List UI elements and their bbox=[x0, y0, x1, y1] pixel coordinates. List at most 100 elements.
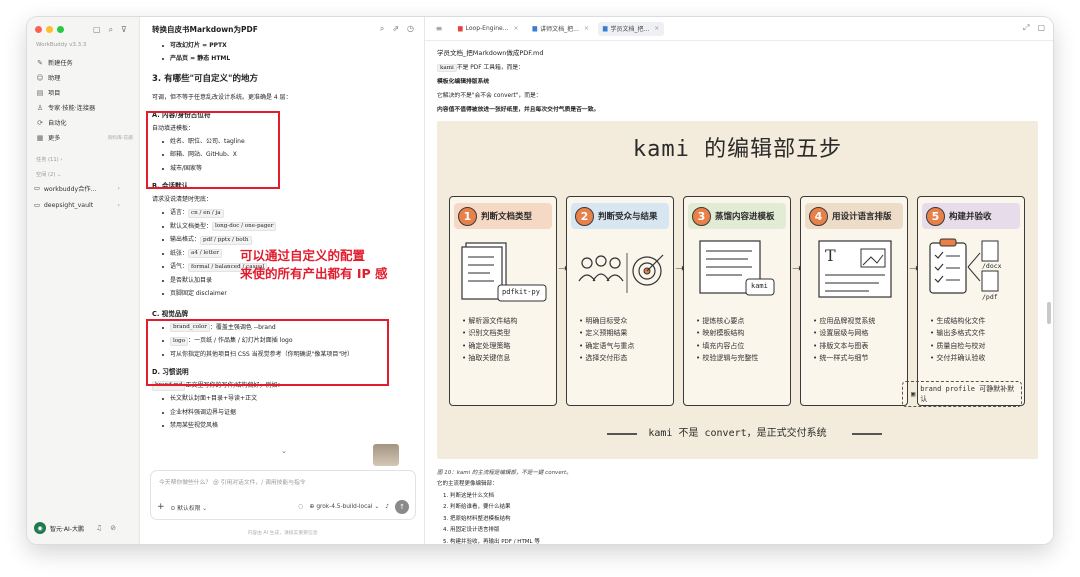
menu-icon[interactable]: ≡ bbox=[425, 24, 453, 33]
list-item: 5. 构建并验收，再输出 PDF / HTML 等 bbox=[443, 538, 540, 544]
send-button[interactable]: ↑ bbox=[395, 500, 409, 514]
close-icon[interactable]: × bbox=[584, 25, 589, 32]
annotation-line: 可以通过自定义的配置 bbox=[240, 248, 366, 263]
share-icon[interactable]: ⇗ bbox=[392, 24, 399, 34]
chevron-down-icon: ⌄ bbox=[57, 172, 62, 178]
model-selector[interactable]: ⊕ grok-4.5-build-local ⌄ bbox=[309, 504, 379, 510]
mic-icon[interactable]: ♪ bbox=[385, 504, 389, 510]
chat-input-box[interactable]: 今天帮你做些什么？ @ 引用对话文件，/ 调用技能与指令 + ⊙ 默认权限 ⌄ … bbox=[150, 470, 416, 520]
maximize-window-button[interactable] bbox=[57, 26, 64, 33]
sidebar-item-automation[interactable]: ⟳ 自动化 bbox=[33, 115, 135, 130]
list-item-text: 语气： bbox=[170, 263, 189, 271]
chevron-right-icon: › bbox=[117, 185, 120, 192]
close-icon[interactable]: × bbox=[654, 25, 659, 32]
add-icon[interactable]: + bbox=[157, 502, 165, 512]
filter-icon[interactable]: ⊽ bbox=[121, 25, 127, 35]
tab-label: 学员文档_把... bbox=[610, 26, 650, 33]
step-list-item: 选择交付形态 bbox=[579, 352, 634, 364]
step-list-item: 确定语气与重点 bbox=[579, 340, 634, 352]
step-title: 判断文档类型 bbox=[481, 212, 533, 222]
file-icon: ▆ bbox=[532, 25, 538, 32]
toggle-sidebar-icon[interactable]: ▢ bbox=[93, 25, 101, 35]
doc-text: 不是 PDF 工具箱，而是： bbox=[456, 64, 524, 71]
step-list-item: 统一样式与细节 bbox=[813, 352, 875, 364]
doc-paragraph: 它解决的不是"会不会 convert"，而是： bbox=[437, 92, 542, 99]
step-list-item: 解析源文件结构 bbox=[462, 315, 517, 327]
avatar[interactable]: ◉ bbox=[34, 522, 46, 534]
chat-input-placeholder[interactable]: 今天帮你做些什么？ @ 引用对话文件，/ 调用技能与指令 bbox=[159, 477, 306, 486]
sidebar-item-experts[interactable]: ♙ 专家·技能·连接器 bbox=[33, 100, 135, 115]
folder-icon: ▭ bbox=[34, 185, 40, 192]
scrollbar[interactable] bbox=[1047, 302, 1051, 324]
bell-icon[interactable]: ♫ bbox=[96, 524, 102, 532]
tab-loop-engine[interactable]: ▆ Loop-Engine... × bbox=[453, 22, 524, 36]
tab-student-doc[interactable]: ▆ 学员文档_把... × bbox=[597, 21, 665, 36]
sidebar-item-assistant[interactable]: ☺ 助理 bbox=[33, 70, 135, 85]
history-icon[interactable]: ◷ bbox=[407, 24, 414, 34]
step-title: 蒸馏内容进模板 bbox=[715, 212, 775, 222]
highlight-box-a bbox=[146, 111, 280, 189]
step-header: 3 蒸馏内容进模板 bbox=[688, 203, 786, 229]
close-icon[interactable]: × bbox=[513, 25, 518, 32]
list-item-text: 禁用某些视觉风格 bbox=[170, 422, 219, 430]
step-header: 4 用设计语言排版 bbox=[805, 203, 903, 229]
sidebar-item-projects[interactable]: ▤ 项目 bbox=[33, 85, 135, 100]
step-number: 2 bbox=[575, 206, 594, 226]
paragraph: 可调，但不等于任意乱改设计系统。更准确是 4 层： bbox=[152, 94, 292, 102]
template-icon: kami bbox=[692, 237, 782, 307]
disclaimer-text: 内容由 AI 生成，请核实重要信息 bbox=[247, 531, 318, 536]
permission-label: 默认权限 bbox=[177, 505, 201, 512]
search-icon[interactable]: ⌕ bbox=[109, 25, 113, 35]
decorative-image bbox=[373, 444, 399, 466]
app-window: ▢ ⌕ ⊽ WorkBuddy v3.3.3 ✎ 新建任务 ☺ 助理 ▤ 项目 ♙ 专家… bbox=[27, 17, 1053, 544]
chevron-down-icon: ⌄ bbox=[374, 504, 380, 510]
sidebar-item-new-task[interactable]: ✎ 新建任务 bbox=[33, 55, 135, 70]
input-toolbar: + ⊙ 默认权限 ⌄ ◌ ⊕ grok-4.5-build-local ⌄ ♪ ↑ bbox=[157, 500, 409, 514]
brand-profile-note: ▣ brand profile 可静默补默认 bbox=[902, 381, 1022, 407]
chat-title: 转换自皮书Markdown为PDF bbox=[152, 25, 258, 34]
doc-paragraph: 内容值不值得被放进一张好纸里，并且每次交付气质是否一致。 bbox=[437, 106, 600, 113]
tab-instructor-doc[interactable]: ▆ 讲师文档_把... × bbox=[528, 22, 594, 36]
project-item[interactable]: ▭ workbuddy合作... › bbox=[34, 181, 134, 196]
project-item[interactable]: ▭ deepsight_vault › bbox=[34, 198, 134, 213]
sidebar-item-more[interactable]: ▦ 更多 资料库·花廊 bbox=[33, 130, 135, 145]
scroll-down-icon[interactable]: ⌄ bbox=[281, 447, 287, 455]
permission-selector[interactable]: ⊙ 默认权限 ⌄ bbox=[171, 503, 208, 512]
sidebar-item-label: 项目 bbox=[48, 90, 61, 97]
list-item: 长文默认封面+目录+导读+正文 bbox=[152, 393, 414, 407]
expert-icon: ♙ bbox=[36, 103, 44, 112]
section-heading: 3. 有哪些"可自定义"的地方 bbox=[152, 74, 258, 85]
split-view-icon[interactable]: ▢ bbox=[1037, 23, 1045, 33]
layout-icon: T bbox=[809, 237, 899, 307]
doc-paragraph: kami 不是 PDF 工具箱，而是： bbox=[437, 61, 1042, 75]
close-window-button[interactable] bbox=[35, 26, 42, 33]
list-item: 2. 判断给谁看，要什么结果 bbox=[443, 504, 511, 511]
step-list: 生成结构化文件 输出多格式文件 质量自检与校对 交付并确认验收 bbox=[930, 315, 985, 364]
list-item-text: 输出格式： bbox=[170, 236, 201, 244]
tasks-count: 任务 (11) bbox=[36, 157, 59, 163]
assistant-icon: ☺ bbox=[36, 73, 44, 82]
spaces-section-label[interactable]: 空间 (2) ⌄ bbox=[36, 171, 61, 178]
tasks-section-label[interactable]: 任务 (11) › bbox=[36, 156, 62, 163]
highlight-box-c bbox=[146, 319, 389, 386]
doc-title: 学员文档_把Markdown做成PDF.md bbox=[437, 49, 544, 58]
expand-icon[interactable]: ⤢ bbox=[1023, 23, 1029, 33]
step-number: 1 bbox=[458, 206, 477, 226]
step-list-item: 提炼核心要点 bbox=[696, 315, 758, 327]
search-icon[interactable]: ⌕ bbox=[380, 24, 384, 34]
step-number: 5 bbox=[926, 206, 945, 226]
document-panel: ≡ ▆ Loop-Engine... × ▆ 讲师文档_把... × ▆ 学员文档_把..… bbox=[425, 17, 1053, 544]
workflow-figure: kami 的编辑部五步 1 判断文档类型 pdfkit-py • 解析源文件结构… bbox=[437, 121, 1038, 459]
step-header: 2 判断受众与结果 bbox=[571, 203, 669, 229]
settings-icon[interactable]: ⊘ bbox=[110, 524, 116, 532]
step-list-item: 质量自检与校对 bbox=[930, 340, 985, 352]
minimize-window-button[interactable] bbox=[46, 26, 53, 33]
brand-profile-text: brand profile 可静默补默认 bbox=[920, 385, 1015, 403]
sidebar-item-extra[interactable]: 资料库·花廊 bbox=[107, 134, 135, 141]
section-b-sub: 请求没说清楚时兜底： bbox=[152, 196, 213, 204]
list-item: 企业材料强调边界与证据 bbox=[152, 406, 414, 420]
list-item: 可改幻灯片 = PPTX bbox=[152, 39, 414, 53]
step-card-2: 2 判断受众与结果 • 明确目标受众 • 定义预期结果 • 确定语气与重点 • … bbox=[566, 196, 674, 406]
list-item-text: 企业材料强调边界与证据 bbox=[170, 408, 237, 416]
user-name[interactable]: 智元·AI-大鹏 bbox=[50, 524, 84, 533]
